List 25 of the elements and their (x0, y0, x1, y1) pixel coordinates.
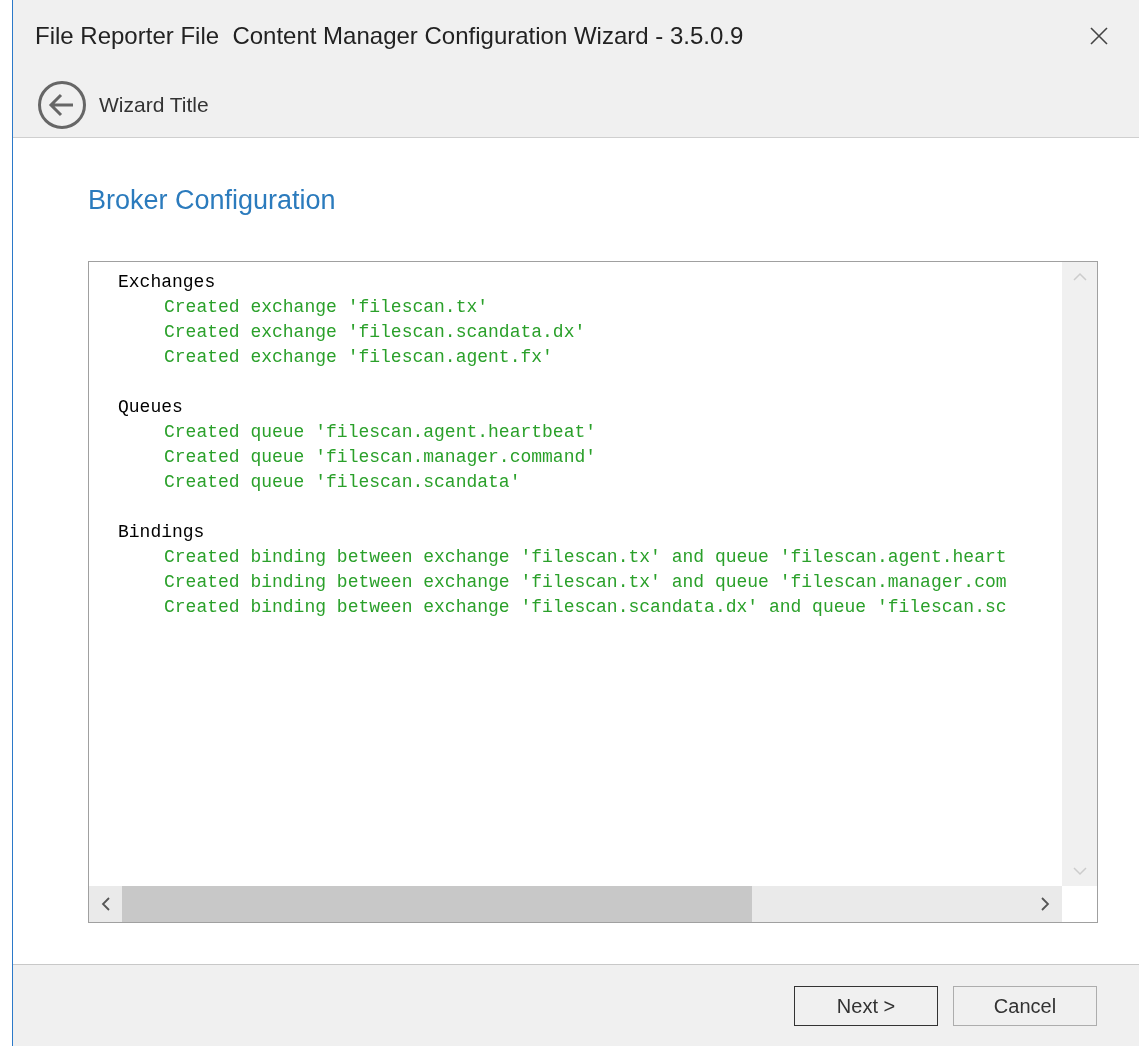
log-entry: Created binding between exchange 'filescan.tx' and queue 'filescan.manager.com (163, 570, 1008, 594)
window-title: File Reporter File Content Manager Configuration Wizard - 3.5.0.9 (35, 21, 744, 51)
log-entry: Created queue 'filescan.scandata' (163, 470, 522, 494)
scrollbar-thumb[interactable] (122, 885, 752, 922)
vertical-scrollbar[interactable] (1062, 261, 1097, 886)
page-title: Broker Configuration (88, 184, 337, 217)
log-entry: Created queue 'filescan.manager.command' (163, 445, 598, 469)
horizontal-scrollbar[interactable] (89, 885, 1062, 922)
log-entry: Created exchange 'filescan.scandata.dx' (163, 320, 587, 344)
close-icon[interactable] (1089, 26, 1109, 46)
scroll-down-icon[interactable] (1072, 866, 1087, 876)
dialog-button[interactable]: Cancel (953, 985, 1097, 1026)
log-entry: Created exchange 'filescan.agent.fx' (163, 345, 554, 369)
log-entry: Created exchange 'filescan.tx' (163, 295, 490, 319)
wizard-title: Wizard Title (99, 91, 209, 118)
dialog-button[interactable]: Next > (794, 985, 938, 1026)
log-entry: Created binding between exchange 'filescan.scandata.dx' and queue 'filescan.sc (163, 595, 1008, 619)
scroll-right-icon[interactable] (1041, 896, 1050, 911)
scroll-left-icon[interactable] (101, 896, 110, 911)
log-entry: Created queue 'filescan.agent.heartbeat' (163, 420, 598, 444)
scroll-up-icon[interactable] (1072, 271, 1087, 281)
log-entry: Created binding between exchange 'filescan.tx' and queue 'filescan.agent.heart (163, 545, 1008, 569)
log-heading: Exchanges (118, 270, 217, 294)
log-heading: Queues (118, 395, 184, 419)
log-heading: Bindings (118, 520, 206, 544)
